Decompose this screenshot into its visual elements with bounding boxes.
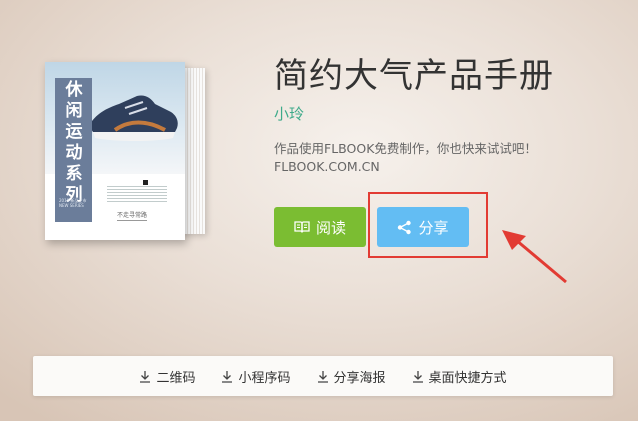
book-cover: 休闲运动系列 2018 新品上市 NEW SERIES 不走寻常路: [45, 62, 185, 240]
book-cover-thumbnail[interactable]: 休闲运动系列 2018 新品上市 NEW SERIES 不走寻常路: [45, 62, 205, 240]
cover-small-text: 2018 新品上市 NEW SERIES: [59, 198, 87, 208]
download-share-poster[interactable]: 分享海报: [317, 367, 386, 386]
download-icon: [412, 370, 424, 383]
download-toolbar: 二维码 小程序码 分享海报 桌面快捷方式: [33, 356, 613, 396]
author-name[interactable]: 小玲: [274, 103, 304, 124]
product-description: 作品使用FLBOOK免费制作，你也快来试试吧！FLBOOK.COM.CN: [274, 141, 537, 174]
download-icon: [317, 370, 329, 383]
product-title: 简约大气产品手册: [274, 56, 554, 96]
download-icon: [221, 370, 233, 383]
red-arrow-annotation: [502, 230, 567, 284]
download-miniprogram-code-label: 小程序码: [238, 370, 291, 386]
cover-caption: 不走寻常路: [117, 212, 148, 221]
shoe-image: [89, 95, 178, 141]
download-icon: [139, 370, 151, 383]
download-qrcode-label: 二维码: [156, 370, 196, 386]
book-open-icon: [294, 220, 310, 234]
read-button-label: 阅读: [315, 218, 346, 237]
download-share-poster-label: 分享海报: [333, 370, 386, 386]
cover-text-block: [107, 186, 167, 202]
download-desktop-shortcut-label: 桌面快捷方式: [428, 370, 507, 386]
download-desktop-shortcut[interactable]: 桌面快捷方式: [412, 367, 507, 386]
download-miniprogram-code[interactable]: 小程序码: [221, 367, 291, 386]
share-highlight-box: [368, 192, 488, 258]
download-qrcode[interactable]: 二维码: [139, 367, 195, 386]
cover-dot: [143, 180, 148, 185]
cover-title-vertical: 休闲运动系列: [65, 80, 83, 205]
read-button[interactable]: 阅读: [274, 207, 366, 247]
